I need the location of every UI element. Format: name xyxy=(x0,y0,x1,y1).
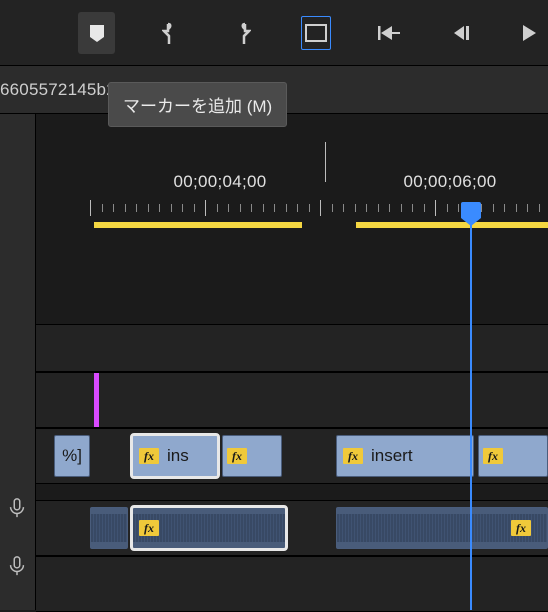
play-icon xyxy=(520,24,538,42)
timeline-toolbar xyxy=(0,0,548,66)
timecode-label: 00;00;06;00 xyxy=(403,172,496,192)
go-to-in-icon xyxy=(377,24,401,42)
edit-point[interactable] xyxy=(94,373,99,427)
mark-in-icon xyxy=(162,22,178,44)
timecode-label: 00;00;04;00 xyxy=(173,172,266,192)
mic-icon[interactable] xyxy=(6,555,28,577)
work-segment xyxy=(356,222,548,228)
play-button[interactable] xyxy=(511,12,548,54)
clip-label: insert xyxy=(371,446,413,466)
rectangle-icon xyxy=(305,24,327,42)
time-indicator xyxy=(325,142,326,182)
fx-badge: fx xyxy=(227,448,247,464)
waveform xyxy=(91,514,127,542)
playhead[interactable] xyxy=(470,208,472,610)
track-gutter xyxy=(0,114,36,610)
fx-badge: fx xyxy=(139,448,159,464)
mark-in-button[interactable] xyxy=(151,12,188,54)
fx-badge: fx xyxy=(139,520,159,536)
go-to-in-button[interactable] xyxy=(371,12,408,54)
clip-fragment[interactable]: %] xyxy=(54,435,90,477)
video-clip[interactable]: fx ins xyxy=(132,435,218,477)
safe-margins-button[interactable] xyxy=(297,12,334,54)
mark-out-button[interactable] xyxy=(224,12,261,54)
clip-label: ins xyxy=(167,446,189,466)
mark-out-icon xyxy=(235,22,251,44)
fx-badge: fx xyxy=(483,448,503,464)
marker-icon xyxy=(87,23,107,43)
add-marker-button[interactable] xyxy=(78,12,115,54)
video-clip[interactable]: fx xyxy=(478,435,548,477)
timeline-panel: 00;00;04;00 00;00;06;00 %] fx ins fx xyxy=(0,114,548,610)
mic-icon[interactable] xyxy=(6,497,28,519)
audio-clip[interactable] xyxy=(90,507,128,549)
video-clip[interactable]: fx xyxy=(222,435,282,477)
step-back-icon xyxy=(451,24,473,42)
tooltip: マーカーを追加 (M) xyxy=(108,82,287,127)
step-back-button[interactable] xyxy=(444,12,481,54)
fx-badge: fx xyxy=(343,448,363,464)
video-clip[interactable]: fx insert xyxy=(336,435,474,477)
audio-clip[interactable]: fx xyxy=(132,507,286,549)
fx-badge: fx xyxy=(511,520,531,536)
audio-clip[interactable]: fx xyxy=(336,507,548,549)
work-segment xyxy=(94,222,302,228)
